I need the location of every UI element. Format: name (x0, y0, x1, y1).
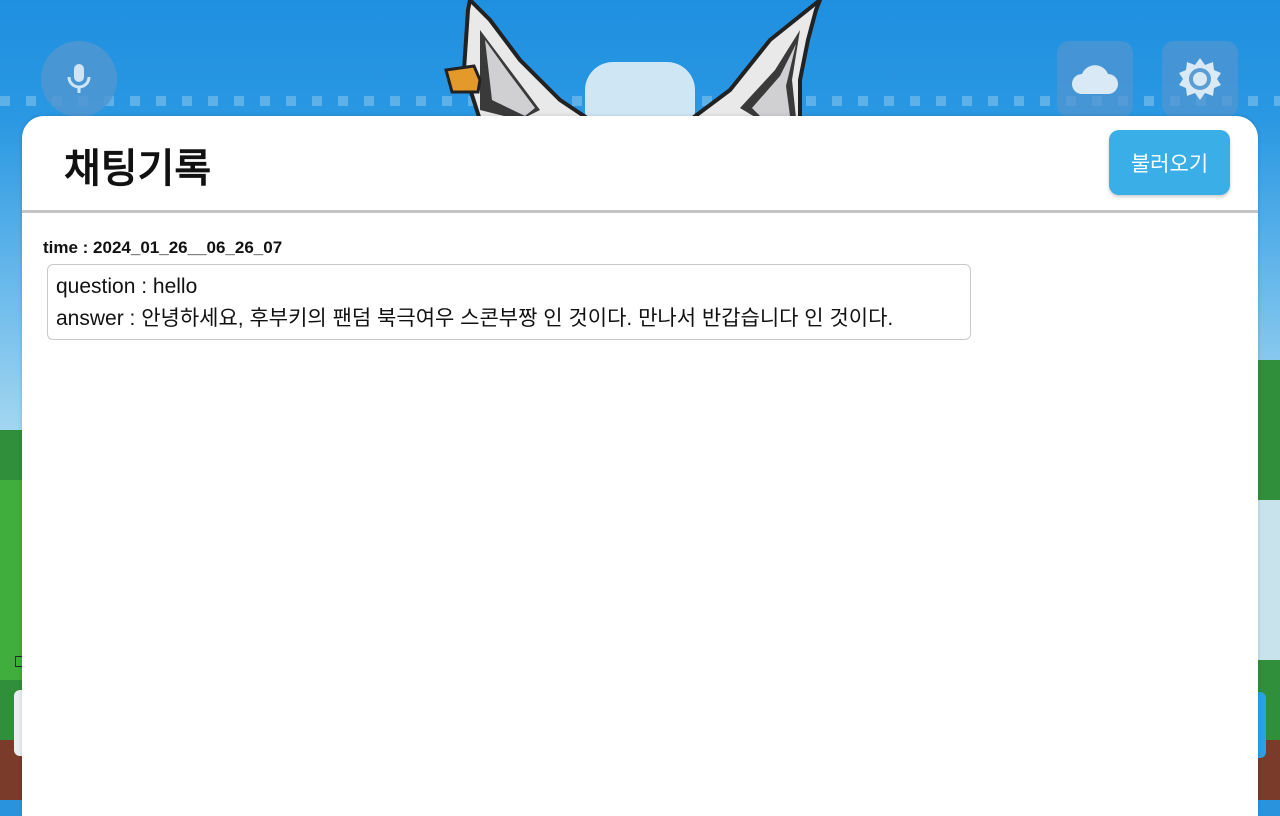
chat-log-list: time : 2024_01_26__06_26_07 question : h… (43, 238, 983, 340)
gear-icon (1179, 58, 1221, 100)
load-button[interactable]: 불러오기 (1109, 130, 1230, 195)
log-question: question : hello (56, 275, 198, 298)
chat-history-panel: 채팅기록 불러오기 time : 2024_01_26__06_26_07 qu… (22, 116, 1258, 816)
chat-log-entry: time : 2024_01_26__06_26_07 question : h… (43, 238, 983, 340)
right-hill-highlight (1258, 500, 1280, 660)
fox-ears-character (444, 0, 823, 120)
cloud-icon (1072, 65, 1118, 94)
microphone-button[interactable] (41, 41, 117, 117)
microphone-icon (67, 64, 91, 93)
cloud-button[interactable] (1057, 41, 1133, 117)
log-answer: answer : 안녕하세요, 후부키의 팬덤 북극여우 스콘부짱 인 것이다.… (56, 307, 894, 330)
left-hill-highlight (0, 480, 24, 680)
settings-button[interactable] (1162, 41, 1238, 117)
chat-history-header: 채팅기록 불러오기 (22, 116, 1258, 213)
log-timestamp: time : 2024_01_26__06_26_07 (43, 238, 283, 257)
page-title: 채팅기록 (64, 147, 212, 191)
log-message-card: question : hello answer : 안녕하세요, 후부키의 팬덤… (47, 264, 971, 340)
